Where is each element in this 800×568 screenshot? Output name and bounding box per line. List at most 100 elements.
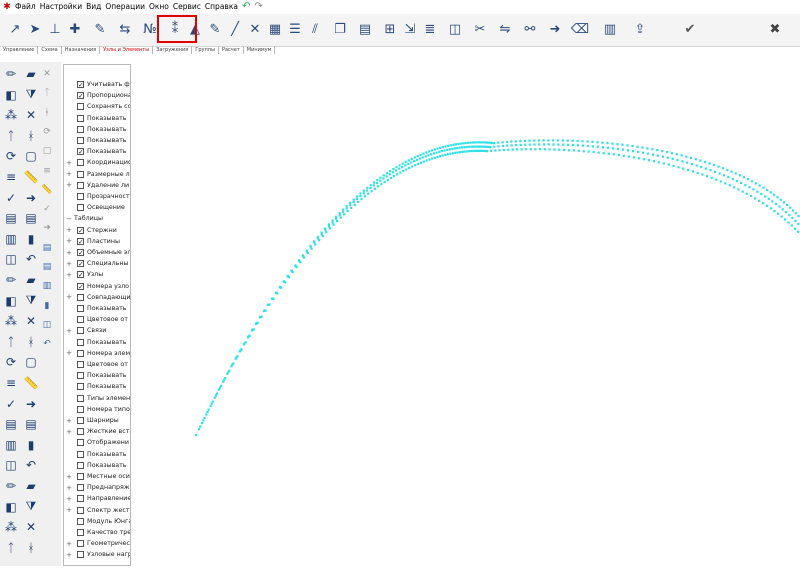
curve-node[interactable] bbox=[214, 394, 217, 397]
tree-expander-icon[interactable]: − bbox=[66, 215, 72, 223]
curve-node[interactable] bbox=[647, 159, 650, 162]
curve-node[interactable] bbox=[469, 141, 472, 144]
tree-item[interactable]: ✓ Показывать bbox=[64, 146, 130, 157]
check-icon[interactable]: ✓ bbox=[2, 189, 20, 207]
curve-node[interactable] bbox=[282, 280, 285, 283]
curve-node[interactable] bbox=[651, 153, 655, 156]
cross-icon[interactable]: ✕ bbox=[22, 518, 40, 536]
curve-node[interactable] bbox=[383, 180, 386, 184]
arrow-icon[interactable]: ➜ bbox=[22, 395, 40, 413]
curve-node[interactable] bbox=[465, 150, 468, 153]
tree-item[interactable]: + ✓ Стержни bbox=[64, 225, 130, 236]
tab-1[interactable]: Схема bbox=[38, 46, 62, 54]
square-icon[interactable]: ▢ bbox=[22, 353, 40, 371]
tree-expander-icon[interactable]: + bbox=[66, 260, 72, 268]
curve-node[interactable] bbox=[490, 149, 493, 152]
tree-expander-icon[interactable]: + bbox=[66, 237, 72, 245]
curve-node[interactable] bbox=[369, 186, 372, 190]
tree-item[interactable]: Освещение bbox=[64, 202, 130, 213]
curve-node[interactable] bbox=[440, 150, 444, 153]
curve-node[interactable] bbox=[325, 231, 328, 234]
curve-node[interactable] bbox=[553, 148, 556, 151]
tree-checkbox[interactable] bbox=[77, 394, 84, 402]
curve-node[interactable] bbox=[754, 182, 757, 185]
rotate-icon[interactable]: ⟳ bbox=[2, 147, 20, 165]
curve-node[interactable] bbox=[404, 164, 407, 167]
curve-node[interactable] bbox=[298, 259, 301, 262]
curve-node[interactable] bbox=[666, 151, 669, 154]
node-a-icon[interactable]: ᛏ bbox=[2, 127, 20, 145]
curve-node[interactable] bbox=[427, 154, 430, 157]
curve-node[interactable] bbox=[552, 139, 555, 142]
curve-node[interactable] bbox=[486, 141, 490, 144]
curve-node[interactable] bbox=[710, 176, 713, 179]
curve-node[interactable] bbox=[703, 160, 707, 164]
curve-node[interactable] bbox=[505, 140, 509, 144]
curve-node[interactable] bbox=[779, 198, 782, 201]
curve-node[interactable] bbox=[209, 404, 212, 408]
tree-checkbox[interactable]: ✓ bbox=[77, 271, 84, 279]
tree-item[interactable]: + ✓ Объемные эл bbox=[64, 247, 130, 258]
tree-item[interactable]: + Направление bbox=[64, 493, 130, 504]
cross-icon[interactable]: ✕ bbox=[22, 312, 40, 330]
curve-node[interactable] bbox=[433, 156, 436, 159]
check-icon[interactable]: ✓ bbox=[40, 200, 54, 218]
array-icon[interactable]: ⊞ bbox=[380, 19, 400, 39]
curve-node[interactable] bbox=[456, 147, 459, 150]
curve-node[interactable] bbox=[516, 148, 519, 151]
undo-icon[interactable]: ↶ bbox=[22, 456, 40, 474]
curve-node[interactable] bbox=[419, 153, 422, 156]
menu-item[interactable]: Сервис bbox=[171, 0, 203, 14]
layers-icon[interactable]: ≣ bbox=[420, 19, 440, 39]
curve-node[interactable] bbox=[719, 180, 722, 183]
curve-node[interactable] bbox=[781, 208, 784, 211]
curve-node[interactable] bbox=[201, 422, 204, 425]
curve-node[interactable] bbox=[562, 143, 565, 146]
curve-node[interactable] bbox=[359, 192, 362, 195]
tree-checkbox[interactable] bbox=[77, 293, 84, 301]
curve-node[interactable] bbox=[345, 205, 348, 208]
tree-checkbox[interactable] bbox=[77, 484, 84, 492]
curve-node[interactable] bbox=[474, 145, 477, 148]
tree-expander-icon[interactable]: + bbox=[66, 417, 72, 425]
tree-checkbox[interactable] bbox=[77, 125, 84, 133]
curve-node[interactable] bbox=[349, 201, 352, 204]
curve-node[interactable] bbox=[661, 150, 664, 153]
curve-node[interactable] bbox=[557, 143, 560, 146]
nodes-b-icon[interactable]: ᚼ bbox=[22, 539, 40, 557]
curve-node[interactable] bbox=[606, 146, 610, 149]
check-icon[interactable]: ✓ bbox=[2, 395, 20, 413]
tree-item[interactable]: + ✓ Пластины bbox=[64, 236, 130, 247]
tree-item[interactable]: ✓ Учитывать ф bbox=[64, 79, 130, 90]
curve-node[interactable] bbox=[465, 145, 468, 149]
curve-node[interactable] bbox=[617, 153, 620, 157]
curve-node[interactable] bbox=[607, 152, 610, 155]
curve-node[interactable] bbox=[202, 419, 205, 422]
curve-node[interactable] bbox=[372, 181, 376, 184]
curve-node[interactable] bbox=[542, 139, 545, 142]
curve-node[interactable] bbox=[402, 169, 405, 173]
curve-node[interactable] bbox=[788, 213, 791, 217]
curve-node[interactable] bbox=[606, 142, 609, 145]
apply-check-icon[interactable]: ✔ bbox=[680, 19, 700, 39]
tree-expander-icon[interactable]: + bbox=[66, 428, 72, 436]
curve-node[interactable] bbox=[428, 158, 431, 161]
tree-item[interactable]: Модуль Юнга bbox=[64, 516, 130, 527]
curve-node[interactable] bbox=[419, 161, 423, 164]
curve-node[interactable] bbox=[789, 206, 792, 209]
tree-item[interactable]: + Преднапряж bbox=[64, 482, 130, 493]
curve-node[interactable] bbox=[359, 195, 362, 198]
menu-item[interactable]: Настройки bbox=[38, 0, 84, 14]
curve-node[interactable] bbox=[552, 143, 555, 146]
curve-node[interactable] bbox=[309, 244, 312, 247]
curve-node[interactable] bbox=[534, 148, 537, 151]
curve-node[interactable] bbox=[567, 143, 570, 146]
grid-icon[interactable]: ▤ bbox=[355, 19, 375, 39]
curve-node[interactable] bbox=[728, 184, 731, 187]
tree-checkbox[interactable] bbox=[77, 114, 84, 122]
tree-item[interactable]: Показывать bbox=[64, 337, 130, 348]
curve-node[interactable] bbox=[454, 143, 457, 146]
curve-node[interactable] bbox=[533, 143, 536, 146]
curve-node[interactable] bbox=[328, 227, 331, 230]
tree-item[interactable]: Показывать bbox=[64, 135, 130, 146]
